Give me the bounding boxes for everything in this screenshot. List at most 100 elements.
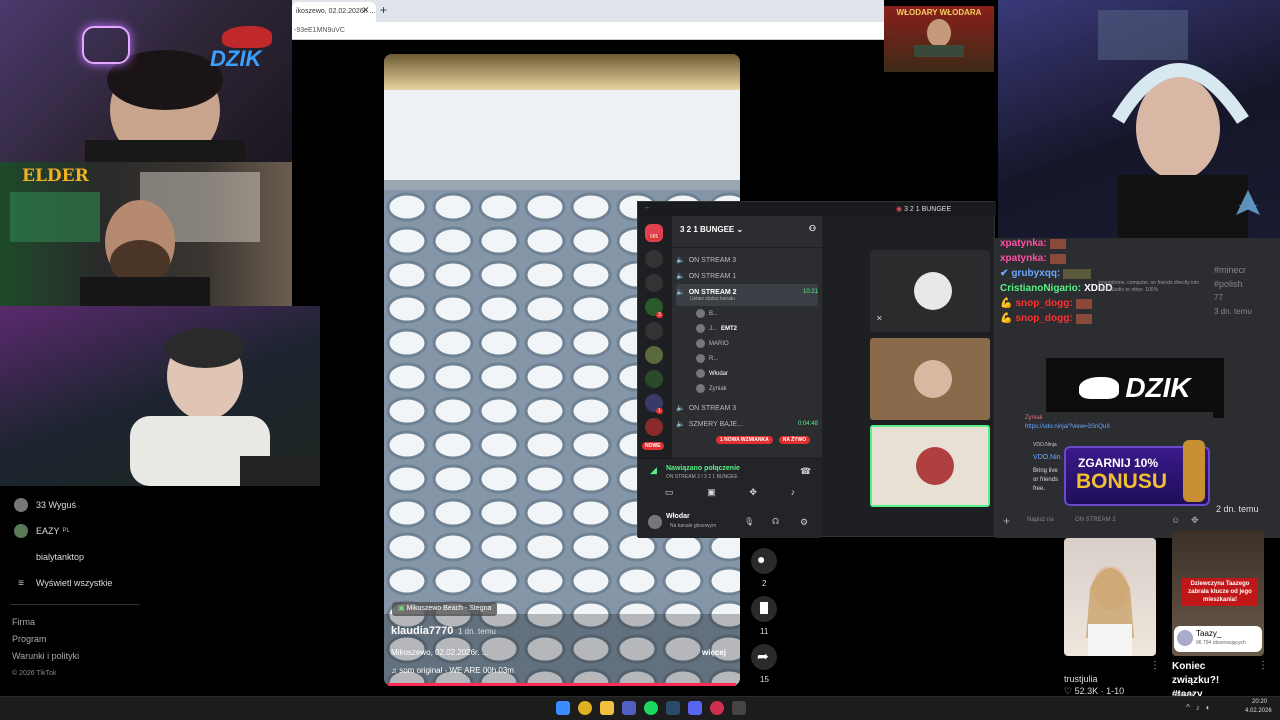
emoji-icon[interactable]: ☺ (1171, 515, 1180, 525)
time-text: 3 dn. temu (1214, 307, 1252, 316)
add-member-icon[interactable]: ⚇ (809, 224, 816, 233)
back-icon[interactable]: ← (644, 204, 651, 211)
avatar (696, 324, 705, 333)
voice-user[interactable]: B... (676, 306, 818, 321)
chrome-icon[interactable] (578, 701, 592, 715)
browser-icon[interactable] (710, 701, 724, 715)
chat-user: CristianoNigario: (1000, 283, 1082, 294)
video-tile[interactable] (870, 338, 990, 420)
server-icon[interactable] (645, 274, 663, 292)
streamer-4-figure (1098, 10, 1260, 238)
browser-addressbar[interactable] (292, 22, 884, 40)
windows-start-icon[interactable] (556, 701, 570, 715)
suggested-video-2[interactable]: Dziewczyna Taazego zabrała klucze od jeg… (1172, 530, 1264, 656)
video-tile[interactable]: ✕ (870, 250, 990, 332)
suggested-video-1[interactable] (1064, 538, 1156, 656)
voice-user-name: R... (709, 355, 719, 362)
speaker-icon: 🔈 (676, 257, 685, 264)
app-icon[interactable] (732, 701, 746, 715)
show-all-button[interactable]: ≡ Wyświetl wszystkie (14, 570, 284, 596)
video-author[interactable]: klaudia7770 (391, 625, 453, 637)
dzik-brand: DZIK (1125, 372, 1191, 403)
new-label[interactable]: NOWE (642, 442, 664, 450)
chat-user: grubyxqq: (1011, 268, 1061, 279)
suggested-user-1[interactable]: trustjulia (1064, 674, 1098, 684)
voice-channel[interactable]: 🔈 ON STREAM 3 (676, 400, 818, 416)
channel-status: Ustaw status kanału (690, 296, 735, 302)
creator-card: Taazy_ 96 794 obserwujących (1174, 626, 1262, 652)
tiktok-footer: Firma Program Warunki i polityki © 2026 … (12, 614, 79, 682)
discord-icon[interactable] (688, 701, 702, 715)
server-icon[interactable] (645, 322, 663, 340)
voice-user-name: B... (709, 310, 719, 317)
gear-icon[interactable]: ⚙ (800, 517, 808, 528)
soundboard-icon[interactable]: ♪ (791, 487, 796, 505)
voice-channel[interactable]: 🔈 ON STREAM 3 (676, 252, 818, 268)
folder-icon[interactable] (600, 701, 614, 715)
server-icon[interactable] (645, 346, 663, 364)
voice-user-name: J... (709, 325, 718, 332)
voice-user[interactable]: R... (676, 351, 818, 366)
streamer-3-figure (130, 328, 320, 486)
voice-channel-active[interactable]: 🔈 ON STREAM 2 10:21 Ustaw status kanału (676, 284, 818, 306)
more-options-icon[interactable]: ⋮ (1150, 660, 1160, 671)
headphones-icon[interactable]: ☊ (772, 517, 779, 526)
location-tag[interactable]: ▣ Mikoszewo Beach - Stegna (392, 602, 498, 616)
video-music[interactable]: ♫ som original - WE ARE 00h.03m (391, 666, 514, 675)
bonus-line1: ZGARNIJ 10% (1078, 456, 1159, 470)
voice-user[interactable]: J... EMT2 (676, 321, 818, 336)
steam-icon[interactable] (666, 701, 680, 715)
video-progress-bar[interactable] (388, 683, 736, 686)
server-icon[interactable] (645, 370, 663, 388)
footer-link-program[interactable]: Program (12, 631, 79, 648)
more-options-icon[interactable]: ⋮ (1258, 660, 1268, 671)
video-tile[interactable] (870, 425, 990, 507)
network-icon[interactable]: ♪ (1196, 703, 1206, 712)
vdo-link[interactable]: VDO.Nin (1033, 454, 1061, 461)
voice-channel[interactable]: 🔈 ON STREAM 1 (676, 268, 818, 284)
following-item-bialytanktop[interactable]: bialytanktop (14, 544, 284, 570)
apps-icon[interactable]: ✥ (1191, 515, 1199, 526)
vdo-url[interactable]: https://vdo.ninja/?view=3SnQuX (1025, 424, 1110, 430)
music-label: som original - WE ARE 00h.03m (399, 666, 514, 675)
footer-link-firma[interactable]: Firma (12, 614, 79, 631)
activities-icon[interactable]: ✥ (749, 487, 757, 505)
more-button[interactable]: więcej (702, 648, 726, 657)
mention-bar[interactable]: 1 NOWA WZMIANKA NA ŻYWO (676, 432, 818, 448)
mic-icon[interactable]: 🎙 (744, 517, 754, 526)
camera-off-icon[interactable]: ▭ (665, 487, 674, 505)
chat-user: xpatynka: (1000, 238, 1047, 249)
vdo-body: free. (1033, 486, 1046, 492)
server-icon[interactable] (645, 418, 663, 436)
spotify-icon[interactable] (644, 701, 658, 715)
disconnect-icon[interactable]: ☎ (800, 466, 811, 477)
new-tab-button[interactable]: + (380, 3, 387, 17)
tab-close-icon[interactable]: ✕ (362, 5, 370, 16)
voice-panel: Nawiązano połączenie ON STREAM 2 / 3 2 1… (638, 458, 822, 538)
channel-name: ON STREAM 2 (688, 288, 737, 296)
signal-icon: ◢ (650, 465, 657, 475)
avatar[interactable] (648, 515, 662, 529)
screen-share-icon[interactable]: ▣ (707, 487, 716, 505)
following-name: EAZY (36, 526, 60, 536)
voice-channel[interactable]: 🔈 SZMERY BAJE... 0:04:48 (676, 416, 818, 432)
chevron-up-icon[interactable]: ^ (1186, 703, 1196, 712)
server-icon[interactable] (645, 250, 663, 268)
following-name: bialytanktop (36, 552, 85, 562)
footer-link-terms[interactable]: Warunki i polityki (12, 648, 79, 665)
voice-user[interactable]: MARIO (676, 336, 818, 351)
following-item-33wygus[interactable]: 33 Wyguś (14, 492, 284, 518)
add-icon[interactable]: + (1003, 514, 1010, 528)
obs-icon[interactable] (622, 701, 636, 715)
mention-badge[interactable]: 1 NOWA WZMIANKA (716, 436, 773, 444)
stats-text: 52.3K · 1-10 (1074, 686, 1125, 696)
speaker-icon[interactable]: ◐ (1206, 703, 1217, 712)
speaker-icon: 🔈 (676, 289, 685, 296)
emote-icon (1049, 253, 1066, 264)
server-badge: 3 (656, 312, 663, 318)
voice-user[interactable]: Włodar (676, 366, 818, 381)
following-item-eazy[interactable]: EAZY PL (14, 518, 284, 544)
server-header[interactable]: 3 2 1 BUNGEE ⌄ ⚇ (672, 216, 822, 248)
video-overlay-text: Dziewczyna Taazego zabrała klucze od jeg… (1182, 578, 1258, 606)
voice-user[interactable]: Zyniak (676, 381, 818, 396)
